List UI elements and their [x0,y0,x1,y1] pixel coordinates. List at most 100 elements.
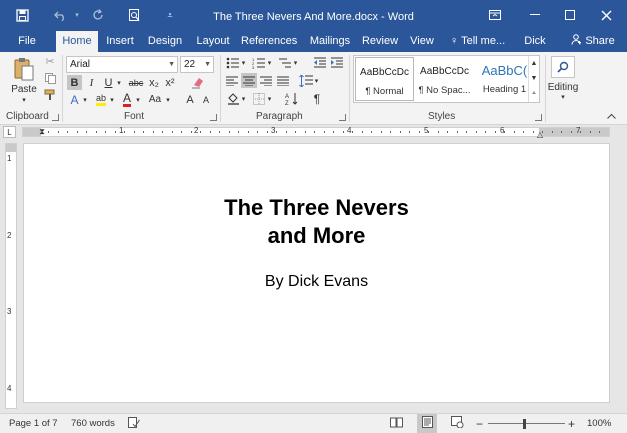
superscript-button[interactable]: x² [163,75,177,90]
vertical-scrollbar[interactable] [611,139,627,413]
strikethrough-button[interactable]: abc [127,75,145,90]
document-author[interactable]: By Dick Evans [24,273,609,291]
highlight-button[interactable]: ab [93,92,109,107]
clipboard-launcher-icon[interactable] [52,114,59,121]
print-layout-icon[interactable] [417,414,437,433]
read-mode-icon[interactable] [390,414,403,433]
decrease-indent-icon[interactable] [312,55,326,70]
close-button[interactable] [588,0,624,30]
borders-icon[interactable] [251,91,267,106]
multilevel-dropdown-icon[interactable]: ▾ [292,55,299,70]
numbering-icon[interactable]: 123 [251,55,267,70]
find-icon[interactable] [551,56,575,78]
multilevel-list-icon[interactable] [277,55,293,70]
editing-label[interactable]: Editing [545,81,581,93]
bold-button[interactable]: B [67,75,82,90]
sort-icon[interactable]: AZ [284,91,300,106]
tell-me-box[interactable]: ♀ Tell me... [450,30,506,52]
user-name[interactable]: Dick Evans [508,30,562,69]
format-painter-icon[interactable] [43,88,57,102]
customize-qat-icon[interactable]: ⩡ [162,0,178,30]
borders-dropdown-icon[interactable]: ▾ [266,91,273,106]
document-page[interactable]: The Three Nevers and More By Dick Evans [23,143,610,403]
styles-more-icon[interactable]: ⩡ [528,86,539,102]
text-effects-icon[interactable]: A [67,92,82,107]
tab-review[interactable]: Review [361,30,399,52]
tab-layout[interactable]: Layout [194,30,232,52]
styles-scroll-up-icon[interactable]: ▲ [528,56,539,71]
save-icon[interactable] [10,0,34,30]
font-launcher-icon[interactable] [210,114,217,121]
highlight-dropdown-icon[interactable]: ▾ [108,92,116,107]
style-heading-1[interactable]: AaBbC( Heading 1 [475,57,534,101]
italic-button[interactable]: I [85,75,98,90]
line-spacing-dropdown-icon[interactable]: ▾ [313,73,320,88]
document-title-line-2[interactable]: and More [24,223,609,249]
redo-icon[interactable] [88,0,108,30]
tab-design[interactable]: Design [145,30,185,52]
font-color-button[interactable]: A [120,92,134,107]
clear-formatting-icon[interactable] [190,74,206,90]
shading-dropdown-icon[interactable]: ▾ [240,91,247,106]
collapse-ribbon-icon[interactable] [605,111,617,121]
minimize-button[interactable] [517,0,553,30]
change-case-dropdown-icon[interactable]: ▾ [164,92,172,107]
zoom-level[interactable]: 100% [587,414,611,433]
line-spacing-icon[interactable] [298,73,314,88]
underline-dropdown-icon[interactable]: ▾ [115,75,123,90]
tab-references[interactable]: References [241,30,297,52]
print-preview-icon[interactable] [124,0,144,30]
maximize-button[interactable] [552,0,588,30]
paragraph-launcher-icon[interactable] [339,114,346,121]
underline-button[interactable]: U [102,75,115,90]
cut-icon[interactable]: ✂ [43,54,57,68]
word-count[interactable]: 760 words [71,414,115,433]
paste-label[interactable]: Paste [8,83,40,95]
proofing-icon[interactable] [128,414,140,433]
indent-marker-icon[interactable]: ⧗ [38,125,46,139]
shrink-font-button[interactable]: A [199,92,213,107]
page-count[interactable]: Page 1 of 7 [9,414,58,433]
style-no-spacing[interactable]: AaBbCcDc ¶ No Spac... [415,57,474,101]
vertical-ruler[interactable]: 1 2 3 4 [5,143,17,409]
tab-view[interactable]: View [406,30,438,52]
align-right-icon[interactable] [259,73,273,88]
undo-dropdown-icon[interactable]: ▾ [72,0,82,30]
increase-indent-icon[interactable] [329,55,343,70]
styles-scroll-down-icon[interactable]: ▼ [528,71,539,86]
paste-icon[interactable] [12,56,36,84]
bullets-dropdown-icon[interactable]: ▾ [240,55,247,70]
tab-mailings[interactable]: Mailings [306,30,354,52]
subscript-button[interactable]: x₂ [147,75,161,90]
web-layout-icon[interactable] [451,414,464,433]
text-effects-dropdown-icon[interactable]: ▾ [81,92,89,107]
tab-insert[interactable]: Insert [102,30,138,52]
change-case-button[interactable]: Aa [146,92,164,107]
align-left-icon[interactable] [225,73,239,88]
font-size-combo[interactable]: 22 ▼ [180,56,214,73]
style-normal[interactable]: AaBbCcDc ¶ Normal [355,57,414,101]
paste-dropdown-icon[interactable]: ▾ [18,96,30,104]
editing-dropdown-icon[interactable]: ▾ [557,93,569,101]
font-color-dropdown-icon[interactable]: ▾ [134,92,142,107]
align-center-icon[interactable] [241,73,257,88]
tab-selector-icon[interactable]: L [3,126,16,138]
bullets-icon[interactable] [225,55,241,70]
grow-font-button[interactable]: A [183,92,197,107]
share-button[interactable]: Share [566,30,620,52]
styles-launcher-icon[interactable] [535,114,542,121]
tab-home[interactable]: Home [56,31,98,52]
ribbon-display-options-icon[interactable] [477,0,513,30]
zoom-out-button[interactable]: − [476,414,483,433]
zoom-slider-thumb[interactable] [523,419,526,429]
show-formatting-button[interactable]: ¶ [310,91,324,106]
tab-file[interactable]: File [10,30,44,52]
font-name-combo[interactable]: Arial ▼ [66,56,178,73]
numbering-dropdown-icon[interactable]: ▾ [266,55,273,70]
zoom-slider[interactable] [488,423,565,424]
shading-icon[interactable] [225,91,241,106]
zoom-in-button[interactable]: + [568,414,575,433]
document-title-line-1[interactable]: The Three Nevers [24,195,609,221]
copy-icon[interactable] [43,71,57,85]
undo-icon[interactable] [50,0,70,30]
